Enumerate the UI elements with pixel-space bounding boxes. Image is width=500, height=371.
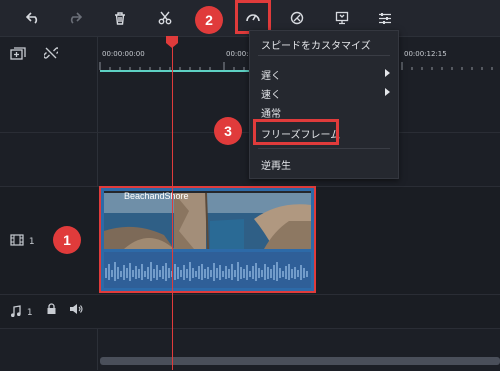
video-track-number: 1 [28, 236, 35, 247]
menu-item-slow[interactable]: 遅く [261, 67, 281, 82]
unlink-icon[interactable] [43, 46, 60, 63]
audio-track-label: 1 [10, 305, 33, 321]
film-icon [10, 234, 24, 249]
step-badge-3: 3 [214, 117, 242, 145]
clip-waveform [104, 252, 311, 288]
speed-icon[interactable] [235, 0, 271, 34]
music-note-icon [10, 305, 22, 321]
undo-icon[interactable] [20, 5, 46, 31]
menu-separator [258, 55, 390, 56]
playhead-handle[interactable] [165, 35, 179, 49]
video-track-label: 1 [10, 234, 35, 249]
submenu-arrow-icon [385, 69, 390, 77]
menu-item-custom-speed[interactable]: スピードをカスタマイズ [261, 37, 371, 52]
menu-item-normal[interactable]: 通常 [261, 105, 281, 120]
speaker-icon[interactable] [69, 303, 84, 318]
step-badge-1: 1 [53, 226, 81, 254]
lock-icon[interactable] [46, 303, 57, 318]
speed-menu: スピードをカスタマイズ 遅く 速く 通常 フリーズフレーム 逆再生 [249, 30, 399, 179]
step-badge-2: 2 [195, 6, 223, 34]
freeze-frame-highlight [253, 119, 339, 145]
video-clip[interactable]: BeachandShore [99, 186, 316, 293]
timecode-start: 00:00:00:00 [102, 50, 145, 58]
menu-item-reverse[interactable]: 逆再生 [261, 157, 291, 172]
cut-icon[interactable] [152, 5, 178, 31]
horizontal-scrollbar[interactable] [100, 357, 500, 365]
menu-separator [258, 148, 390, 149]
submenu-arrow-icon [385, 88, 390, 96]
audio-track-number: 1 [26, 308, 33, 318]
adjust-icon[interactable] [372, 5, 398, 31]
playhead-line [172, 45, 173, 370]
export-icon[interactable] [329, 5, 355, 31]
delete-icon[interactable] [107, 5, 133, 31]
timecode-end: 00:00:12:15 [404, 50, 447, 58]
clip-title: BeachandShore [124, 191, 189, 201]
redo-icon[interactable] [62, 5, 88, 31]
menu-item-fast[interactable]: 速く [261, 86, 281, 101]
add-track-icon[interactable] [10, 47, 26, 64]
render-range-bar [100, 70, 250, 72]
color-icon[interactable] [284, 5, 310, 31]
